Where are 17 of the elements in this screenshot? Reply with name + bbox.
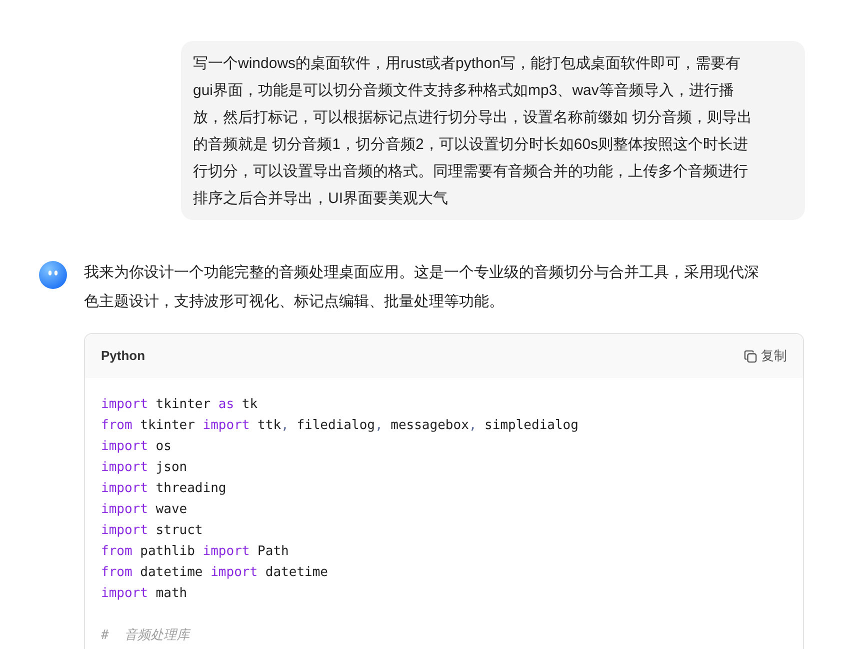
code-line: from datetime import datetime <box>101 565 328 580</box>
code-line: # 音频处理库 <box>101 628 190 643</box>
code-line: import threading <box>101 481 226 496</box>
code-line: import struct <box>101 523 203 538</box>
copy-icon <box>744 350 757 362</box>
assistant-message: 我来为你设计一个功能完整的音频处理桌面应用。这是一个专业级的音频切分与合并工具，采用现代深色主题设计，支持波形可视化、标记点编辑、批量处理等功能。 <box>84 263 760 312</box>
code-language: Python <box>101 347 146 366</box>
assistant-avatar-icon <box>39 261 67 289</box>
copy-button[interactable]: 复制 <box>744 346 787 366</box>
code-line: import math <box>101 586 188 601</box>
code-line: import tkinter as tk <box>101 397 258 412</box>
code-line: import json <box>101 460 188 475</box>
code-line: import os <box>101 439 172 454</box>
code-line: import wave <box>101 502 188 517</box>
user-message: 写一个windows的桌面软件，用rust或者python写，能打包成桌面软件即可，需要有gui界面，功能是可以切分音频文件支持多种格式如mp3、wav等音频导入，进行播放，然后打标记，可以根据标记点进行切分导出，设置名称前缀如 切分音频，则导出的音频就是 切分音频1，切分音频2，可以设置切分时长如60s则整体按照这个时长进行切分，可以设置导出音频的格式。同理需要有音频合并的功能，上传多个音频进行排序之后合并导出，UI界面要美观大气 <box>181 41 805 220</box>
code-line: from pathlib import Path <box>101 544 289 559</box>
code-line: from tkinter import ttk, filedialog, messagebox, simpledialog <box>101 418 578 433</box>
